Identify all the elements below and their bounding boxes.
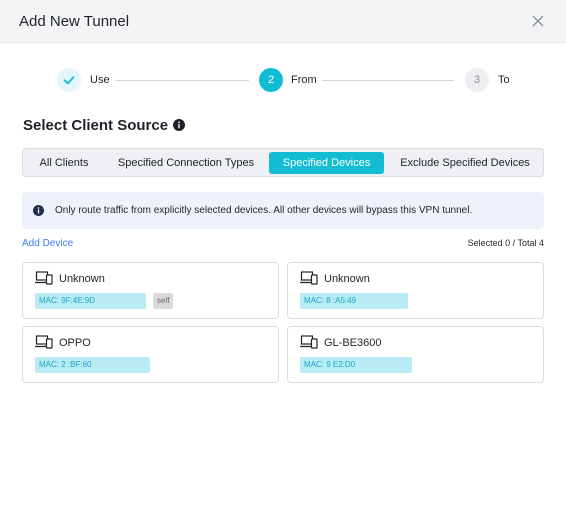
selected-count: Selected 0 / Total 4 (467, 238, 544, 248)
self-badge: self (153, 293, 174, 309)
device-name: Unknown (59, 273, 105, 285)
dialog-header: Add New Tunnel (0, 0, 566, 43)
tab-specified-connection-types[interactable]: Specified Connection Types (111, 152, 261, 174)
info-icon[interactable] (173, 119, 185, 131)
devices-icon (35, 335, 53, 349)
add-device-link[interactable]: Add Device (22, 238, 73, 249)
step-connector (116, 80, 249, 81)
client-source-tabs: All Clients Specified Connection Types S… (22, 148, 544, 177)
device-card[interactable]: Unknown MAC: 8 :A5:49 (287, 262, 544, 319)
device-mac: MAC: 9F:4E:9D (35, 293, 146, 309)
device-name: GL-BE3600 (324, 337, 382, 349)
close-icon[interactable] (530, 13, 546, 29)
device-name: OPPO (59, 337, 91, 349)
device-mac: MAC: 2 :BF:60 (35, 357, 150, 373)
devices-icon (300, 271, 318, 285)
device-mac: MAC: 9 E2:D0 (300, 357, 412, 373)
tab-exclude-specified-devices[interactable]: Exclude Specified Devices (394, 152, 536, 174)
stepper: Use 2 From 3 To (0, 68, 566, 94)
device-name: Unknown (324, 273, 370, 285)
step-to-pending: 3 (465, 68, 489, 92)
section-title: Select Client Source (23, 117, 169, 134)
tab-all-clients[interactable]: All Clients (29, 152, 99, 174)
info-notice: Only route traffic from explicitly selec… (22, 192, 544, 229)
step-label-from: From (291, 74, 317, 86)
notice-text: Only route traffic from explicitly selec… (55, 205, 473, 216)
step-label-to: To (498, 74, 510, 86)
info-icon (33, 205, 44, 216)
devices-icon (35, 271, 53, 285)
device-card[interactable]: GL-BE3600 MAC: 9 E2:D0 (287, 326, 544, 383)
tab-specified-devices[interactable]: Specified Devices (269, 152, 384, 174)
step-label-use: Use (90, 74, 110, 86)
device-card[interactable]: Unknown MAC: 9F:4E:9D self (22, 262, 279, 319)
devices-icon (300, 335, 318, 349)
device-card[interactable]: OPPO MAC: 2 :BF:60 (22, 326, 279, 383)
check-icon (63, 76, 75, 85)
step-from-active: 2 (259, 68, 283, 92)
device-mac: MAC: 8 :A5:49 (300, 293, 408, 309)
step-connector (322, 80, 454, 81)
dialog-title: Add New Tunnel (19, 13, 130, 30)
step-use-done (57, 68, 81, 92)
